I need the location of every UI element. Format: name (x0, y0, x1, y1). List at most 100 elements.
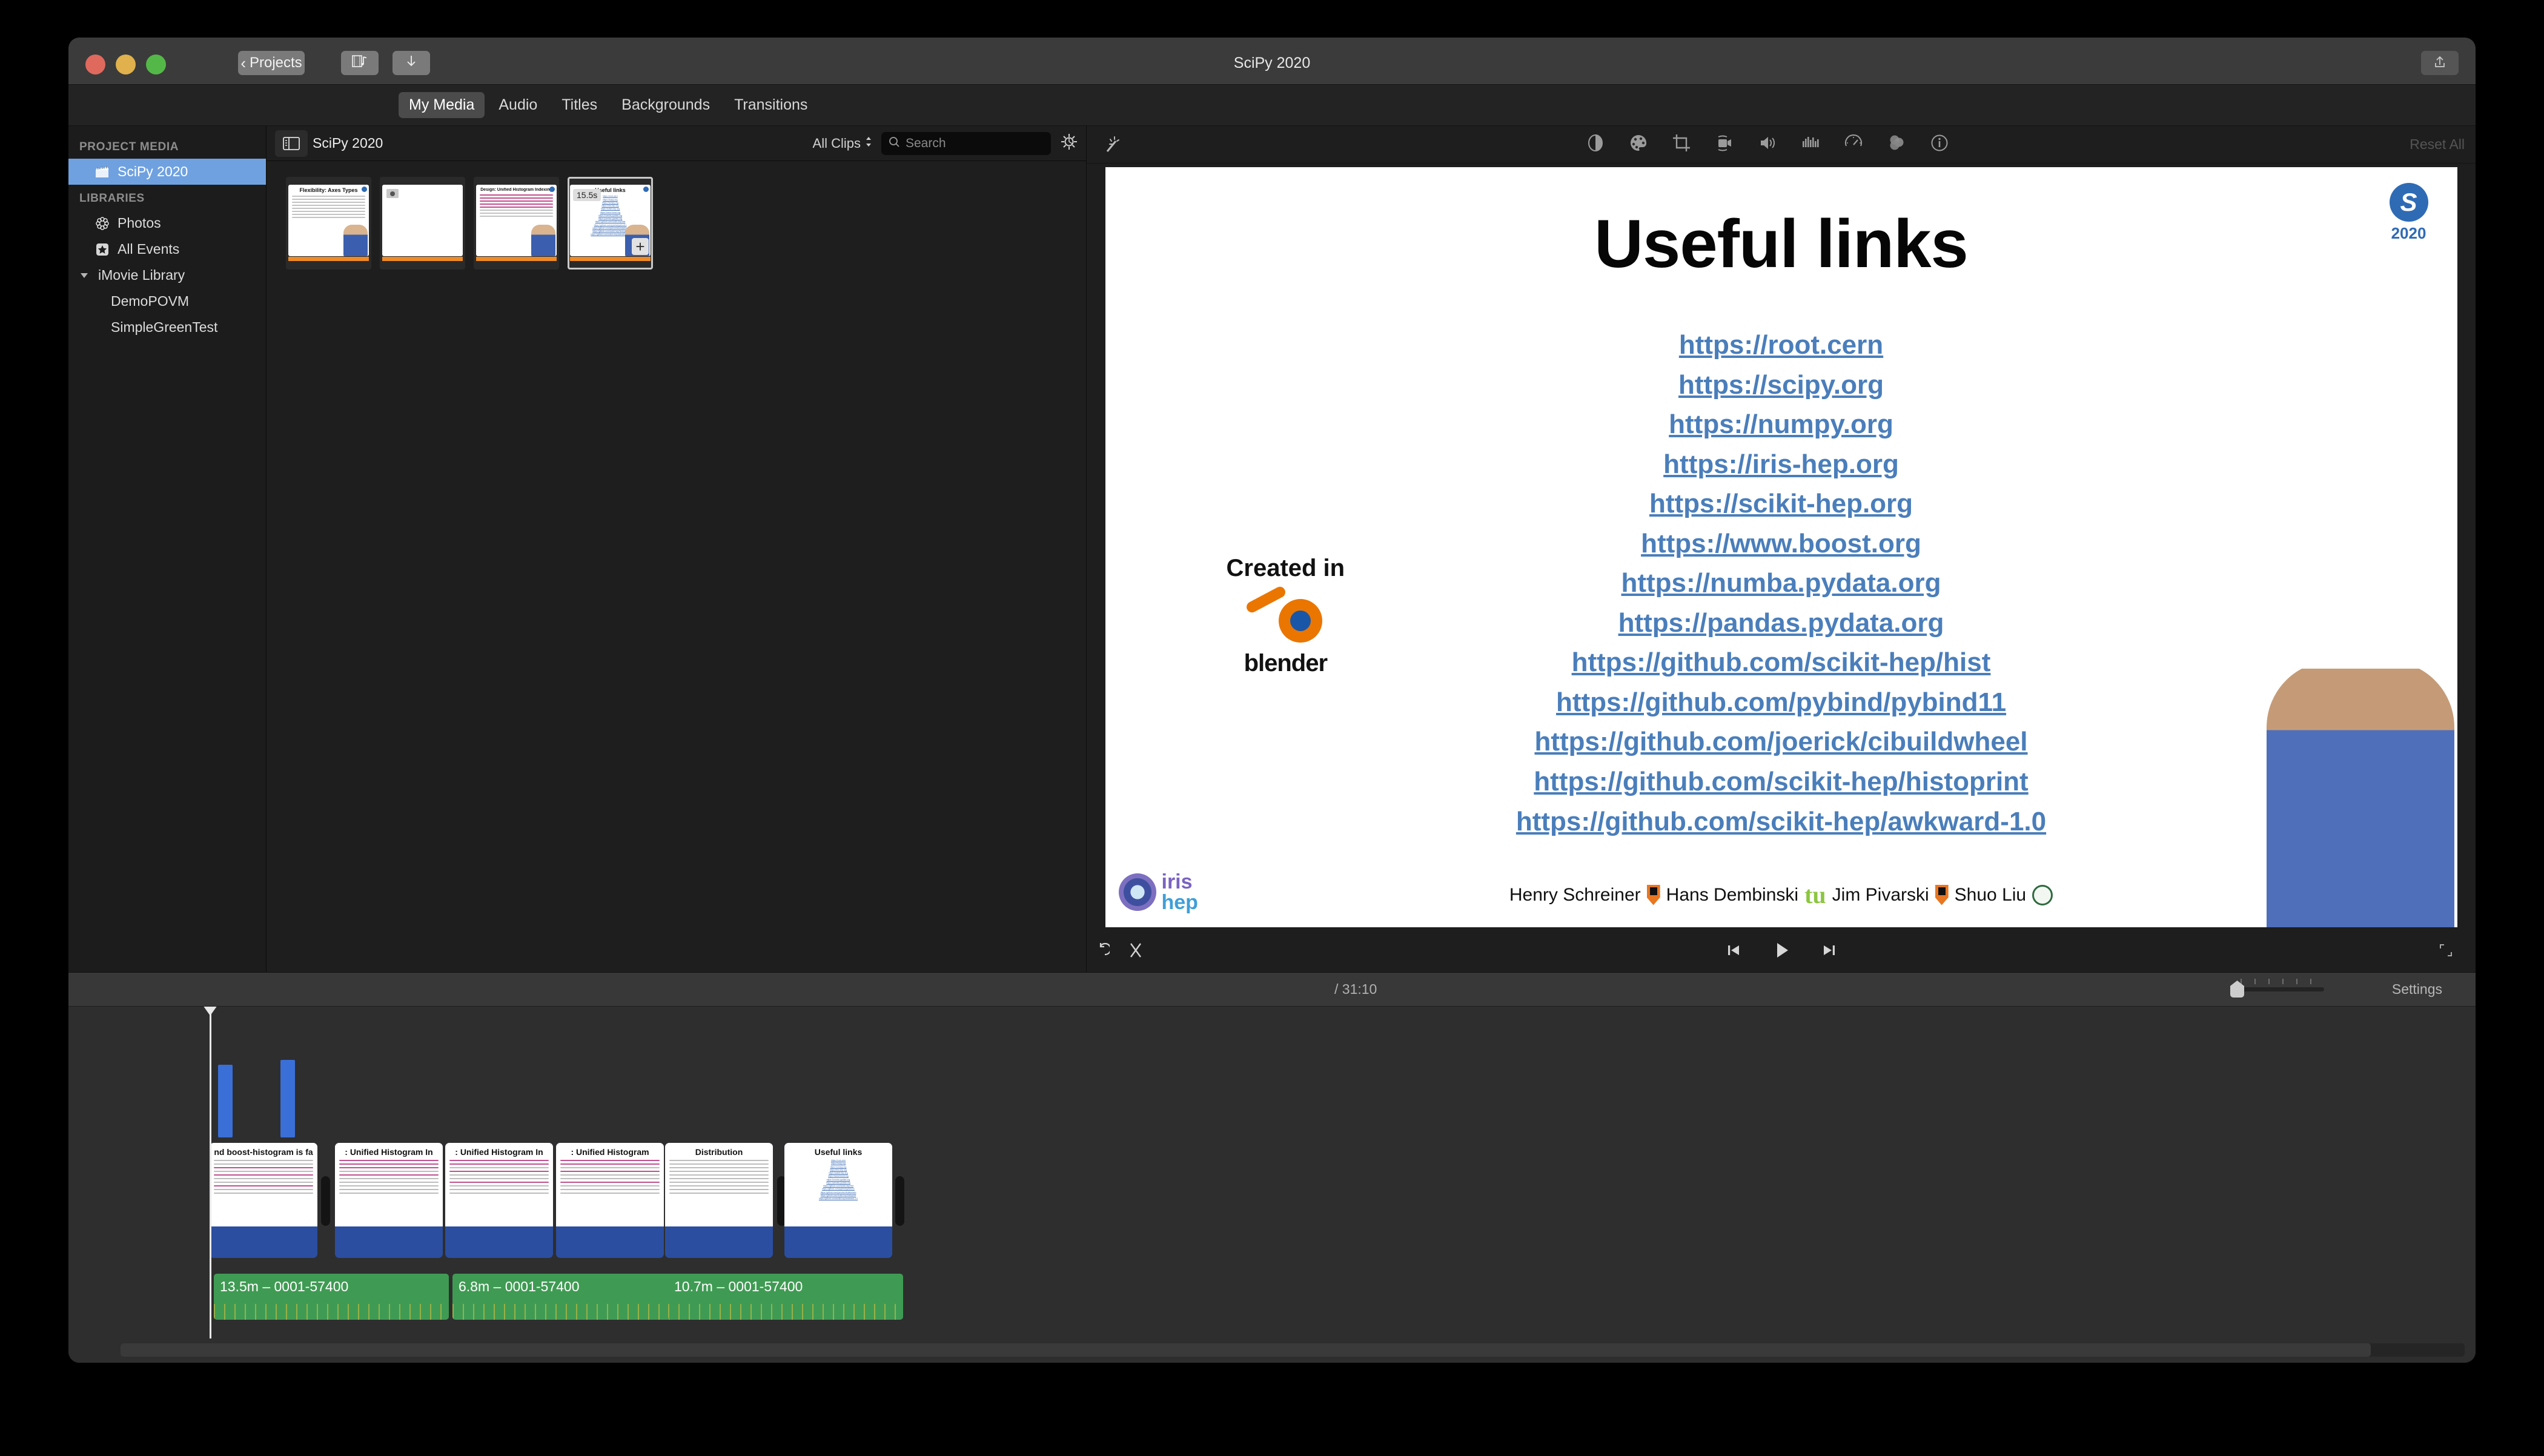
sidebar-item-label: SimpleGreenTest (111, 319, 218, 335)
audio-waveform (214, 1304, 449, 1320)
color-balance-icon[interactable] (1585, 133, 1606, 156)
project-media-header: PROJECT MEDIA (79, 141, 179, 153)
sidebar-item-label: Photos (118, 215, 161, 231)
preview-pane: Reset All S 2020 Useful links https://ro… (1087, 126, 2476, 972)
author-name: Shuo Liu (1954, 884, 2027, 905)
timeline-clip[interactable]: Distribution (665, 1143, 773, 1258)
timeline-audio-clip[interactable]: 13.5m – 0001-57400 (214, 1274, 449, 1320)
fullscreen-icon[interactable] (2439, 944, 2453, 960)
author-name: Hans Dembinski (1666, 884, 1799, 905)
tab-backgrounds[interactable]: Backgrounds (611, 92, 720, 118)
volume-icon[interactable] (1757, 133, 1778, 156)
camera-icon (386, 189, 399, 198)
speed-icon[interactable] (1843, 133, 1864, 156)
sidebar-item-photos[interactable]: Photos (68, 210, 266, 236)
clip-filter-label: All Clips (812, 135, 861, 151)
clapperboard-icon (94, 165, 111, 179)
clip-filter-dropdown[interactable]: All Clips (813, 135, 873, 152)
princeton-shield-icon (1646, 884, 1660, 905)
audio-clip-label: 13.5m – 0001-57400 (220, 1279, 349, 1294)
stabilization-icon[interactable] (1714, 133, 1735, 156)
clip-duration-badge: 15.5s (573, 189, 601, 201)
playhead[interactable] (203, 1007, 217, 1339)
filters-icon[interactable] (1886, 133, 1907, 156)
skip-back-icon[interactable] (1724, 941, 1743, 962)
clip-orange-strip (476, 257, 557, 261)
play-icon[interactable] (1771, 939, 1792, 964)
zoom-ticks (2241, 979, 2311, 984)
slide-link[interactable]: https://root.cern (1105, 325, 2457, 365)
slide-title: Useful links (1594, 206, 1969, 282)
magic-wand-icon[interactable] (1098, 136, 1125, 154)
timeline-clip-title: : Unified Histogram (571, 1147, 649, 1157)
scipy-logo-icon (643, 187, 649, 192)
equalizer-icon[interactable] (1800, 133, 1821, 156)
slide-link[interactable]: https://scipy.org (1105, 365, 2457, 405)
sidebar-item-demopovm[interactable]: DemoPOVM (68, 288, 266, 314)
clip-thumbnail[interactable]: Design: Unified Histogram Indexing (474, 177, 559, 270)
audio-marker (218, 1065, 233, 1137)
clip-trim-handle[interactable] (321, 1176, 330, 1226)
timeline-clip[interactable]: nd boost-histogram is fa (210, 1143, 317, 1258)
clip-trim-handle[interactable] (895, 1176, 904, 1226)
share-button[interactable] (2421, 51, 2459, 75)
tu-dortmund-icon: tu (1804, 881, 1826, 908)
skip-forward-icon[interactable] (1820, 941, 1838, 962)
sidebar-item-scipy-2020[interactable]: SciPy 2020 (68, 159, 266, 185)
slide-link[interactable]: https://scikit-hep.org (1105, 484, 2457, 524)
color-correction-icon[interactable] (1628, 133, 1649, 156)
tab-audio[interactable]: Audio (488, 92, 548, 118)
author-name: Henry Schreiner (1509, 884, 1641, 905)
timeline-track-area[interactable]: nd boost-histogram is fa : Unified Histo… (68, 1007, 2476, 1363)
sidebar-item-label: DemoPOVM (111, 293, 190, 309)
browser-title: SciPy 2020 (313, 135, 383, 151)
slide-link[interactable]: https://github.com/joerick/cibuildwheel (1105, 722, 2457, 762)
timeline-scrollbar[interactable] (121, 1343, 2465, 1357)
tab-my-media[interactable]: My Media (399, 92, 485, 118)
timeline-scrollbar-thumb[interactable] (121, 1343, 2371, 1357)
crop-icon[interactable] (1671, 133, 1692, 156)
clip-thumbnail[interactable] (380, 177, 465, 270)
sidebar-item-label: iMovie Library (98, 267, 185, 283)
audio-waveform (668, 1304, 903, 1320)
slide-link[interactable]: https://github.com/pybind/pybind11 (1105, 683, 2457, 723)
timeline-clip[interactable]: : Unified Histogram (556, 1143, 664, 1258)
clip-thumbnail[interactable]: Flexibility: Axes Types (286, 177, 371, 270)
timeline-zoom-slider[interactable] (2230, 979, 2324, 998)
tab-titles[interactable]: Titles (551, 92, 608, 118)
tab-transitions[interactable]: Transitions (724, 92, 818, 118)
gear-icon[interactable] (1061, 133, 1078, 153)
blender-wordmark: blender (1244, 650, 1328, 677)
timeline-audio-clip[interactable]: 6.8m – 0001-57400 (452, 1274, 687, 1320)
reset-all-button[interactable]: Reset All (2410, 136, 2465, 153)
timeline-clip[interactable]: : Unified Histogram In (335, 1143, 443, 1258)
info-icon[interactable] (1929, 133, 1950, 156)
slide-link[interactable]: https://github.com/scikit-hep/histoprint (1105, 762, 2457, 802)
search-input[interactable]: Search (881, 131, 1051, 155)
audio-marker (280, 1060, 295, 1137)
up-down-chevron-icon (864, 135, 873, 152)
scipy-logo-letter: S (2389, 183, 2428, 222)
timeline-toolbar: / 31:10 Settings (68, 973, 2476, 1007)
blender-credit: Created in blender (1227, 555, 1345, 677)
slide-link[interactable]: https://github.com/scikit-hep/awkward-1.… (1105, 802, 2457, 842)
blender-logo-icon (1240, 584, 1331, 646)
browser-toolbar: SciPy 2020 All Clips Search (267, 126, 1086, 161)
timeline-settings-button[interactable]: Settings (2392, 981, 2442, 998)
slide-link[interactable]: https://iris-hep.org (1105, 445, 2457, 485)
slide-link[interactable]: https://numpy.org (1105, 405, 2457, 445)
clip-thumbnail-selected[interactable]: Useful links https://root.cern https://sc… (568, 177, 653, 270)
audio-clip-label: 6.8m – 0001-57400 (459, 1279, 580, 1294)
timeline-clip[interactable]: Useful links https://root.cern https://sc… (784, 1143, 892, 1258)
disclosure-triangle-icon[interactable] (79, 268, 90, 283)
sidebar-toggle-icon[interactable] (275, 130, 308, 157)
add-clip-button[interactable]: + (632, 238, 649, 255)
share-icon (2434, 55, 2446, 71)
sidebar-item-simplegreentest[interactable]: SimpleGreenTest (68, 314, 266, 340)
scipy-conference-logo: S 2020 (2389, 183, 2428, 243)
sidebar-item-all-events[interactable]: All Events (68, 236, 266, 262)
clip-content-lines (288, 193, 369, 222)
timeline-audio-clip[interactable]: 10.7m – 0001-57400 (668, 1274, 903, 1320)
timeline-clip[interactable]: : Unified Histogram In (445, 1143, 553, 1258)
sidebar-item-imovie-library[interactable]: iMovie Library (68, 262, 266, 288)
